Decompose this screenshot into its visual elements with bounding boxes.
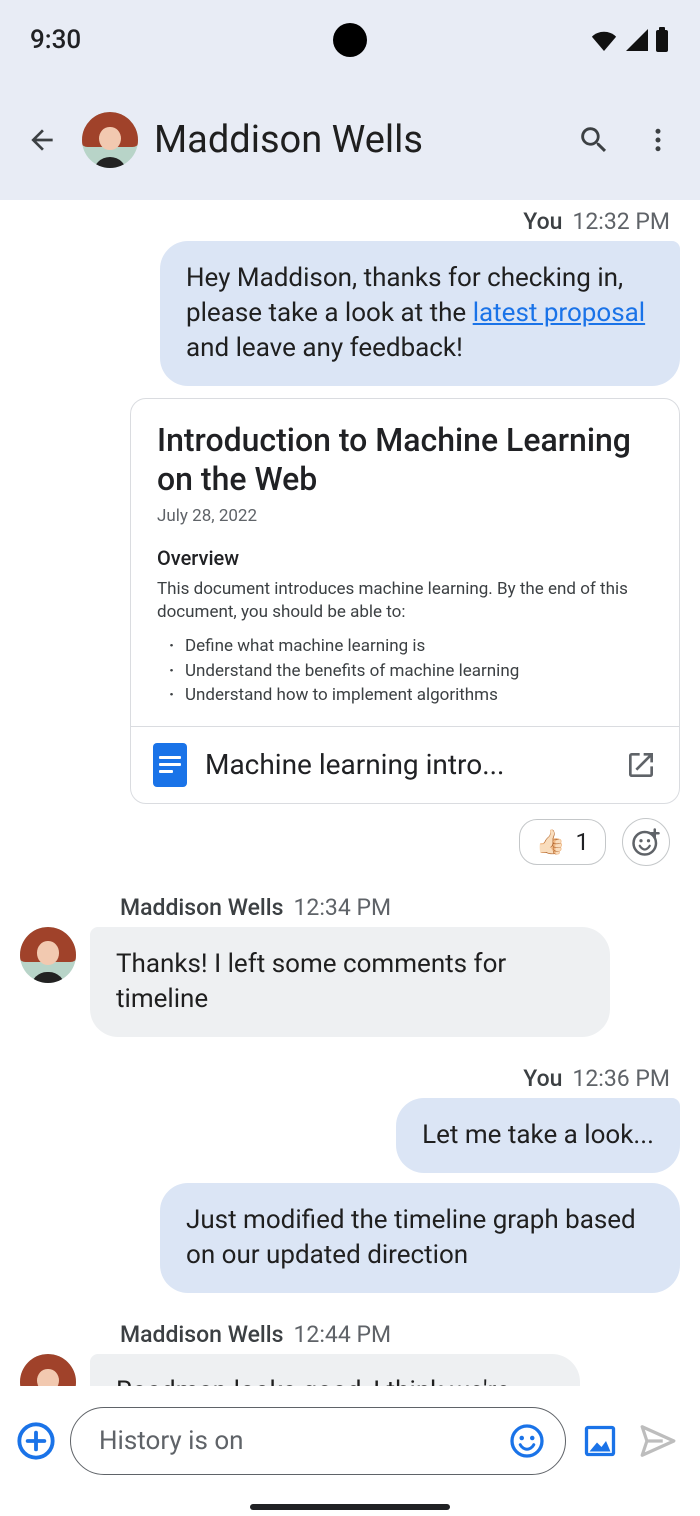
message-group-incoming: Maddison Wells 12:44 PM Roadmap looks go… [20, 1321, 680, 1386]
message-time: 12:34 PM [293, 894, 391, 921]
sender-avatar[interactable] [20, 1354, 76, 1386]
status-time: 9:30 [30, 25, 81, 55]
reaction-count: 1 [576, 828, 590, 856]
document-heading: Overview [157, 546, 653, 570]
message-text: Let me take a look... [422, 1120, 654, 1150]
message-bubble[interactable]: Let me take a look... [396, 1098, 680, 1173]
document-bullet-list: Define what machine learning is Understa… [157, 634, 653, 708]
sender-label: Maddison Wells [120, 894, 283, 921]
sender-label: You [523, 208, 562, 235]
message-time: 12:44 PM [293, 1321, 391, 1348]
reaction-pill[interactable]: 👍🏻 1 [519, 819, 606, 865]
list-item: Understand how to implement algorithms [173, 683, 653, 708]
document-description: This document introduces machine learnin… [157, 578, 653, 624]
message-text: Roadmap looks good, I think we're ready … [116, 1376, 554, 1386]
status-bar: 9:30 [0, 0, 700, 80]
send-icon [639, 1422, 677, 1460]
proposal-link[interactable]: latest proposal [473, 298, 645, 328]
wifi-icon [590, 29, 618, 51]
camera-cutout [333, 23, 367, 57]
plus-circle-icon [16, 1421, 56, 1461]
sender-label: Maddison Wells [120, 1321, 283, 1348]
message-bubble[interactable]: Hey Maddison, thanks for checking in, pl… [160, 241, 680, 386]
arrow-back-icon [26, 124, 58, 156]
message-bubble[interactable]: Thanks! I left some comments for timelin… [90, 927, 610, 1037]
more-vert-icon [643, 125, 673, 155]
image-attachment-button[interactable] [576, 1417, 624, 1465]
document-preview-card[interactable]: Introduction to Machine Learning on the … [130, 398, 680, 804]
message-group-incoming: Maddison Wells 12:34 PM Thanks! I left s… [20, 894, 680, 1037]
message-bubble[interactable]: Roadmap looks good, I think we're ready … [90, 1354, 580, 1386]
list-item: Understand the benefits of machine learn… [173, 659, 653, 684]
google-docs-icon [153, 743, 187, 787]
battery-icon [654, 27, 670, 53]
document-date: July 28, 2022 [157, 506, 653, 526]
home-indicator[interactable] [250, 1504, 450, 1510]
message-bubble[interactable]: Just modified the timeline graph based o… [160, 1183, 680, 1293]
add-reaction-button[interactable] [622, 818, 670, 866]
chat-area[interactable]: You 12:32 PM Hey Maddison, thanks for ch… [0, 200, 700, 1386]
message-group-outgoing: You 12:36 PM Let me take a look... Just … [20, 1065, 680, 1293]
search-button[interactable] [570, 116, 618, 164]
message-text: Thanks! I left some comments for timelin… [116, 949, 506, 1014]
signal-icon [624, 29, 648, 51]
list-item: Define what machine learning is [173, 634, 653, 659]
image-icon [582, 1423, 618, 1459]
send-button[interactable] [634, 1417, 682, 1465]
back-button[interactable] [18, 116, 66, 164]
search-icon [577, 123, 611, 157]
app-bar: Maddison Wells [0, 80, 700, 200]
add-attachment-button[interactable] [12, 1417, 60, 1465]
document-title: Introduction to Machine Learning on the … [157, 421, 653, 498]
status-icons [590, 27, 670, 53]
message-text: and leave any feedback! [186, 333, 463, 363]
contact-avatar[interactable] [82, 112, 138, 168]
sender-avatar[interactable] [20, 927, 76, 983]
emoji-icon[interactable] [509, 1423, 545, 1459]
document-file-name: Machine learning intro... [205, 748, 607, 781]
add-emoji-icon [631, 827, 661, 857]
message-time: 12:32 PM [572, 208, 670, 235]
message-input[interactable]: History is on [70, 1407, 566, 1475]
composer-bar: History is on [0, 1386, 700, 1496]
more-options-button[interactable] [634, 116, 682, 164]
contact-name[interactable]: Maddison Wells [154, 118, 554, 162]
sender-label: You [523, 1065, 562, 1092]
open-external-icon[interactable] [625, 749, 657, 781]
input-placeholder: History is on [99, 1426, 495, 1456]
message-time: 12:36 PM [572, 1065, 670, 1092]
thumbs-up-emoji: 👍🏻 [536, 828, 566, 856]
message-group-outgoing: You 12:32 PM Hey Maddison, thanks for ch… [20, 208, 680, 866]
message-text: Just modified the timeline graph based o… [186, 1205, 636, 1270]
